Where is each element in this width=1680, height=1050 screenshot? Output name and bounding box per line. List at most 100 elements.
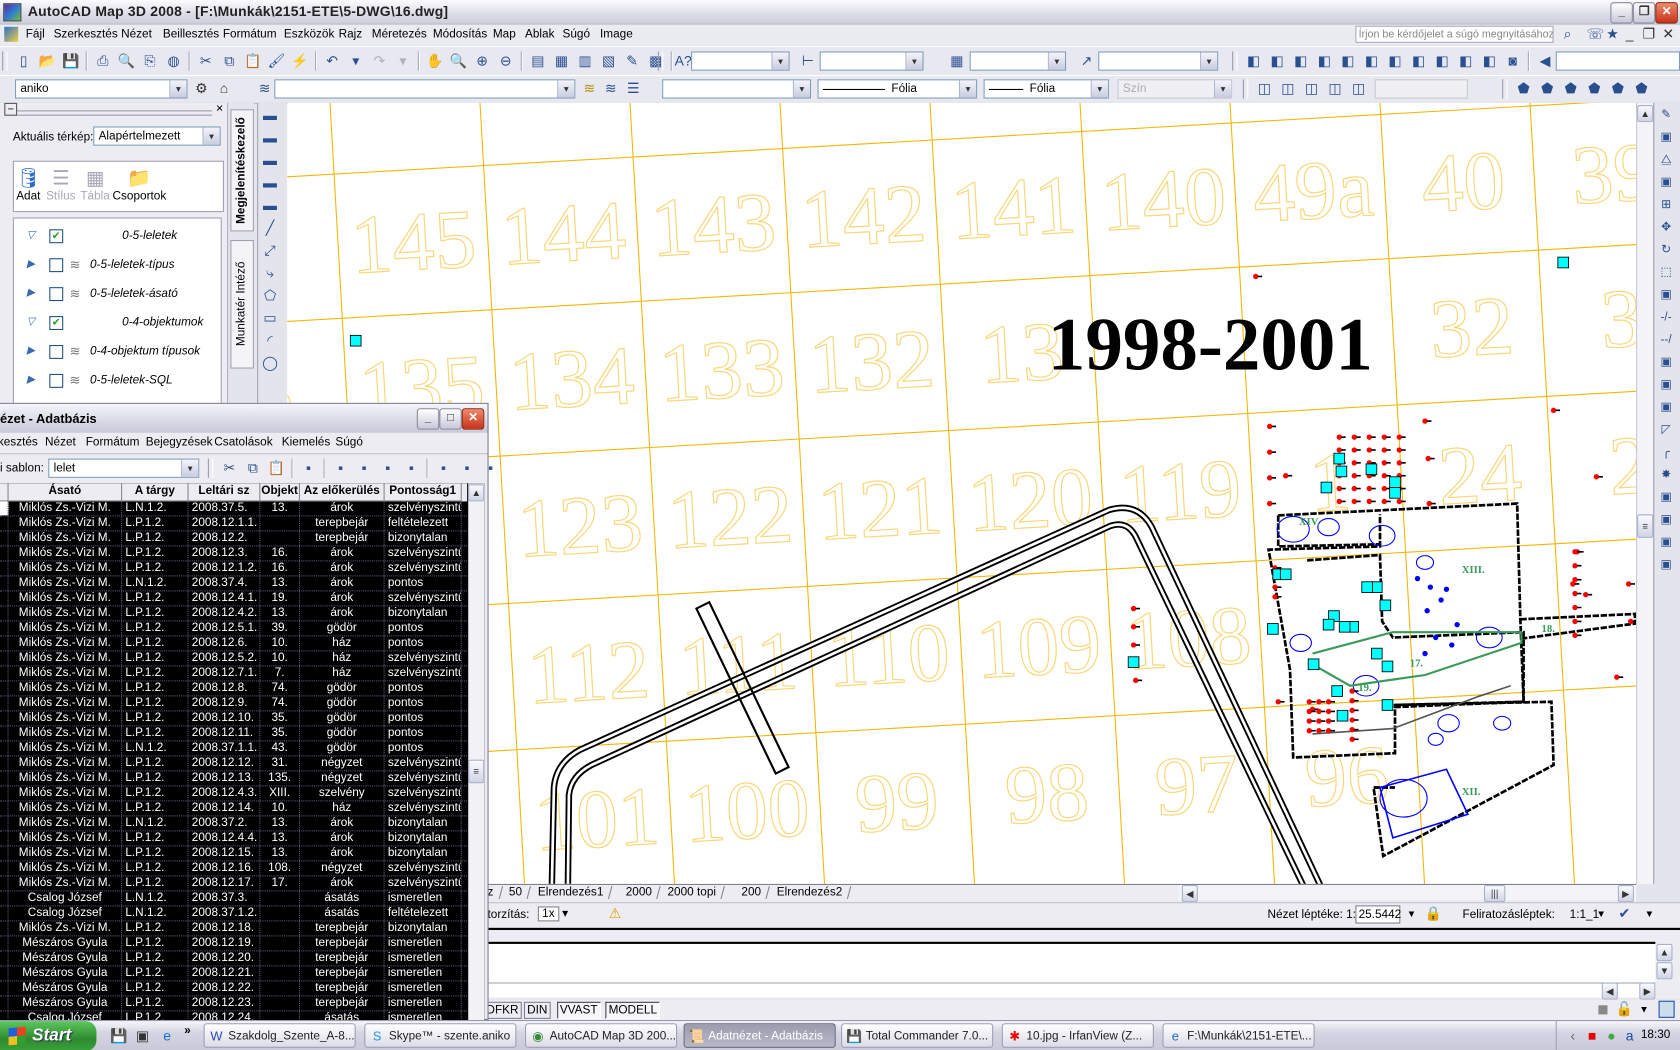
table-cell[interactable]: 2008.37.4.: [189, 576, 261, 591]
zoom-realtime-icon[interactable]: 🔍: [449, 51, 468, 70]
start-button[interactable]: Start: [0, 1021, 97, 1050]
table-cell[interactable]: feltételezett: [385, 906, 462, 921]
table-cell[interactable]: L.P.1.2.: [122, 531, 189, 546]
sw-iso-icon[interactable]: ◧: [1409, 51, 1428, 70]
scroll-left-button[interactable]: ◀: [1601, 982, 1618, 1000]
collapse-triangle-icon[interactable]: ▽: [27, 316, 35, 328]
toolbar-grip[interactable]: [1502, 79, 1508, 99]
table-cell[interactable]: 43.: [260, 741, 301, 756]
clock[interactable]: 18:30: [1641, 1029, 1670, 1042]
new-icon[interactable]: ▯: [14, 51, 33, 70]
template-combo[interactable]: lelet ▾: [48, 458, 200, 478]
color-combo[interactable]: ▾: [662, 79, 812, 99]
table-cell[interactable]: 74.: [260, 681, 301, 696]
table-cell[interactable]: pontos: [385, 726, 462, 741]
table-cell[interactable]: 16.: [260, 546, 301, 561]
offset-icon[interactable]: ▣: [1656, 173, 1675, 192]
zoom-previous-icon[interactable]: ⊖: [496, 51, 515, 70]
table-cell[interactable]: Mészáros Gyula: [9, 981, 123, 996]
markup-icon[interactable]: ✎: [623, 51, 642, 70]
layer-tree-item[interactable]: ▶ ≋ 0-5-leletek-ásató: [14, 285, 221, 304]
row-selector[interactable]: [0, 681, 9, 696]
table-cell[interactable]: L.P.1.2.: [122, 561, 189, 576]
table-cell[interactable]: L.N.1.2.: [122, 891, 189, 906]
toolbar-grip[interactable]: [1232, 51, 1238, 71]
table-cell[interactable]: ásatás: [300, 891, 385, 906]
row-selector[interactable]: [0, 561, 9, 576]
table-cell[interactable]: Miklós Zs.-Vizi M.: [9, 606, 123, 621]
table-cell[interactable]: Miklós Zs.-Vizi M.: [9, 801, 123, 816]
table-row[interactable]: Miklós Zs.-Vizi M. L.N.1.2. 2008.37.5. 13. á…: [0, 501, 468, 517]
layer-previous-icon[interactable]: ≋: [601, 79, 620, 98]
dialog-close-button[interactable]: ✕: [461, 408, 485, 430]
table-cell[interactable]: Mészáros Gyula: [9, 966, 123, 981]
table-cell[interactable]: [260, 996, 301, 1011]
scale-icon[interactable]: ⬚: [1656, 263, 1675, 282]
table-cell[interactable]: L.P.1.2.: [122, 621, 189, 636]
chevron-down-icon[interactable]: ▼: [1407, 909, 1417, 920]
layer-visibility-checkbox[interactable]: [49, 258, 64, 273]
table-cell[interactable]: L.P.1.2.: [122, 681, 189, 696]
taskbar-button[interactable]: ✱ 10.jpg - IrfanView (Z...: [1001, 1023, 1154, 1048]
table-cell[interactable]: 13.: [260, 576, 301, 591]
table-cell[interactable]: 16.: [260, 561, 301, 576]
table-row[interactable]: Miklós Zs.-Vizi M. L.P.1.2. 2008.12.4.3. XI…: [0, 786, 468, 802]
table-cell[interactable]: ismeretlen: [385, 996, 462, 1011]
menu-item-4[interactable]: Formátum: [223, 28, 277, 41]
taskbar-button[interactable]: S Skype™ - szente.aniko: [364, 1023, 517, 1048]
table-cell[interactable]: L.N.1.2.: [122, 816, 189, 831]
open-icon[interactable]: 📂: [38, 51, 57, 70]
edit-set-icon[interactable]: ⬟: [1514, 79, 1533, 98]
table-cell[interactable]: Miklós Zs.-Vizi M.: [9, 726, 123, 741]
plot-icon[interactable]: ⎙: [93, 51, 112, 70]
palette-tool-csoportok[interactable]: 📁 Csoportok: [113, 166, 167, 202]
table-cell[interactable]: ismeretlen: [385, 891, 462, 906]
table-cell[interactable]: 2008.37.2.: [189, 816, 261, 831]
scroll-left-button[interactable]: ◀: [1181, 885, 1198, 903]
table-cell[interactable]: 13.: [260, 501, 301, 516]
table-cell[interactable]: 10.: [260, 636, 301, 651]
table-style-combo[interactable]: ▾: [969, 51, 1067, 71]
draworder-above-icon[interactable]: ▣: [1656, 533, 1675, 552]
table-cell[interactable]: L.P.1.2.: [122, 606, 189, 621]
scroll-up-button[interactable]: ▲: [1637, 105, 1654, 123]
table-cell[interactable]: 2008.37.1.1.: [189, 741, 261, 756]
multileader-style-combo[interactable]: ▾: [1098, 51, 1219, 71]
table-cell[interactable]: feltételezett: [385, 516, 462, 531]
scroll-right-button[interactable]: ▶: [1617, 885, 1634, 903]
table-row[interactable]: Miklós Zs.-Vizi M. L.P.1.2. 2008.12.4.1. 19…: [0, 591, 468, 607]
drawing-canvas[interactable]: 614514414314214114049a403961351341331321…: [287, 102, 1637, 884]
table-cell[interactable]: Miklós Zs.-Vizi M.: [9, 711, 123, 726]
table-cell[interactable]: árok: [300, 846, 385, 861]
table-cell[interactable]: 2008.12.15.: [189, 846, 261, 861]
table-row[interactable]: Miklós Zs.-Vizi M. L.P.1.2. 2008.12.13. 135…: [0, 771, 468, 787]
row-selector[interactable]: [0, 516, 9, 531]
scroll-right-button[interactable]: ▶: [1639, 982, 1656, 1000]
polyline-icon[interactable]: ⤷: [260, 264, 279, 283]
annotation-scale-value[interactable]: 1:1_1: [1570, 909, 1599, 922]
restore-button[interactable]: ❐: [1632, 2, 1656, 24]
row-selector[interactable]: [0, 921, 9, 936]
distortion-select[interactable]: 1x ▾: [535, 905, 579, 924]
warning-icon[interactable]: ⚠: [605, 904, 624, 923]
table-cell[interactable]: szelvényszintű: [385, 501, 462, 516]
table-row[interactable]: Miklós Zs.-Vizi M. L.N.1.2. 2008.37.1.1. 43…: [0, 741, 468, 757]
layer-tree-item[interactable]: ▶ ≋ 0-4-objektum típusok: [14, 343, 221, 362]
table-cell[interactable]: gödör: [300, 741, 385, 756]
table-cell[interactable]: ismeretlen: [385, 936, 462, 951]
minimize-button[interactable]: _: [1610, 2, 1633, 24]
row-selector[interactable]: [0, 771, 9, 786]
table-cell[interactable]: 74.: [260, 696, 301, 711]
dim-aligned-icon[interactable]: ▬: [260, 129, 279, 148]
table-cell[interactable]: gödör: [300, 726, 385, 741]
table-cell[interactable]: Miklós Zs.-Vizi M.: [9, 846, 123, 861]
current-map-combo[interactable]: Alapértelmezett ▾: [93, 126, 221, 146]
table-row[interactable]: Miklós Zs.-Vizi M. L.P.1.2. 2008.12.17. 17.…: [0, 876, 468, 892]
taskbar-button[interactable]: ◉ AutoCAD Map 3D 200...: [525, 1023, 678, 1048]
table-cell[interactable]: 10.: [260, 651, 301, 666]
break-icon[interactable]: ▣: [1656, 375, 1675, 394]
row-selector[interactable]: [0, 621, 9, 636]
table-cell[interactable]: 2008.12.3.: [189, 546, 261, 561]
table-cell[interactable]: [260, 921, 301, 936]
table-cell[interactable]: gödör: [300, 711, 385, 726]
